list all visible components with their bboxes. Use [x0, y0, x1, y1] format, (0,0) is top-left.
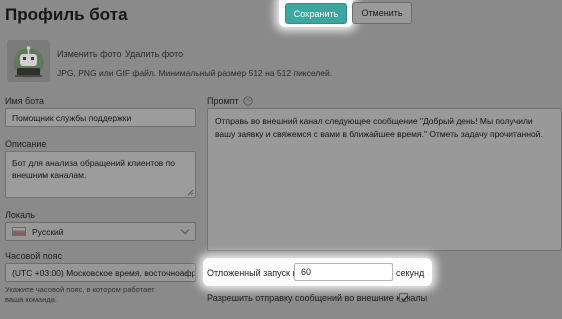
prompt-label: Промпт ?: [207, 96, 253, 106]
save-button[interactable]: Сохранить: [285, 3, 347, 24]
description-text: Бот для анализа обращений клиентов по вн…: [12, 158, 176, 180]
delayed-start-unit: секунд: [396, 268, 425, 278]
chevron-down-icon: [180, 225, 190, 234]
change-photo-link[interactable]: Изменить фото: [57, 49, 121, 59]
flag-icon: [12, 227, 26, 236]
question-circle-icon[interactable]: ?: [243, 96, 253, 106]
delayed-start-label: Отложенный запуск на: [207, 268, 303, 278]
check-icon: [401, 295, 409, 302]
prompt-textarea[interactable]: Отправь во внешний канал следующее сообщ…: [207, 108, 562, 251]
locale-select[interactable]: Русский: [5, 222, 196, 241]
bot-avatar[interactable]: [7, 40, 50, 82]
svg-text:?: ?: [246, 98, 250, 105]
delay-seconds-input[interactable]: 60: [294, 263, 393, 281]
timezone-label: Часовой пояс: [5, 251, 63, 261]
bot-name-label: Имя бота: [5, 96, 45, 106]
bot-name-input[interactable]: Помощник службы поддержки: [5, 108, 196, 127]
photo-hint: JPG, PNG или GIF файл. Минимальный разме…: [57, 68, 333, 78]
timezone-hint: Укажите часовой пояс, в котором работает…: [5, 285, 155, 304]
external-messages-checkbox[interactable]: [399, 293, 409, 302]
prompt-label-text: Промпт: [207, 96, 239, 106]
page-title: Профиль бота: [5, 5, 128, 24]
locale-label: Локаль: [5, 210, 35, 220]
prompt-text: Отправь во внешний канал следующее сообщ…: [215, 116, 543, 139]
resize-handle-icon[interactable]: [186, 188, 194, 196]
description-textarea[interactable]: Бот для анализа обращений клиентов по вн…: [5, 151, 196, 198]
description-label: Описание: [5, 139, 47, 149]
robot-laptop-icon: [13, 46, 44, 78]
timezone-value: (UTC +03:00) Московское время, восточноа…: [12, 267, 196, 278]
delete-photo-link[interactable]: Удалить фото: [125, 49, 183, 59]
locale-value: Русский: [32, 226, 64, 237]
timezone-select[interactable]: (UTC +03:00) Московское время, восточноа…: [5, 263, 196, 282]
external-messages-label: Разрешить отправку сообщений во внешние …: [207, 293, 428, 303]
cancel-button[interactable]: Отменить: [352, 2, 412, 24]
